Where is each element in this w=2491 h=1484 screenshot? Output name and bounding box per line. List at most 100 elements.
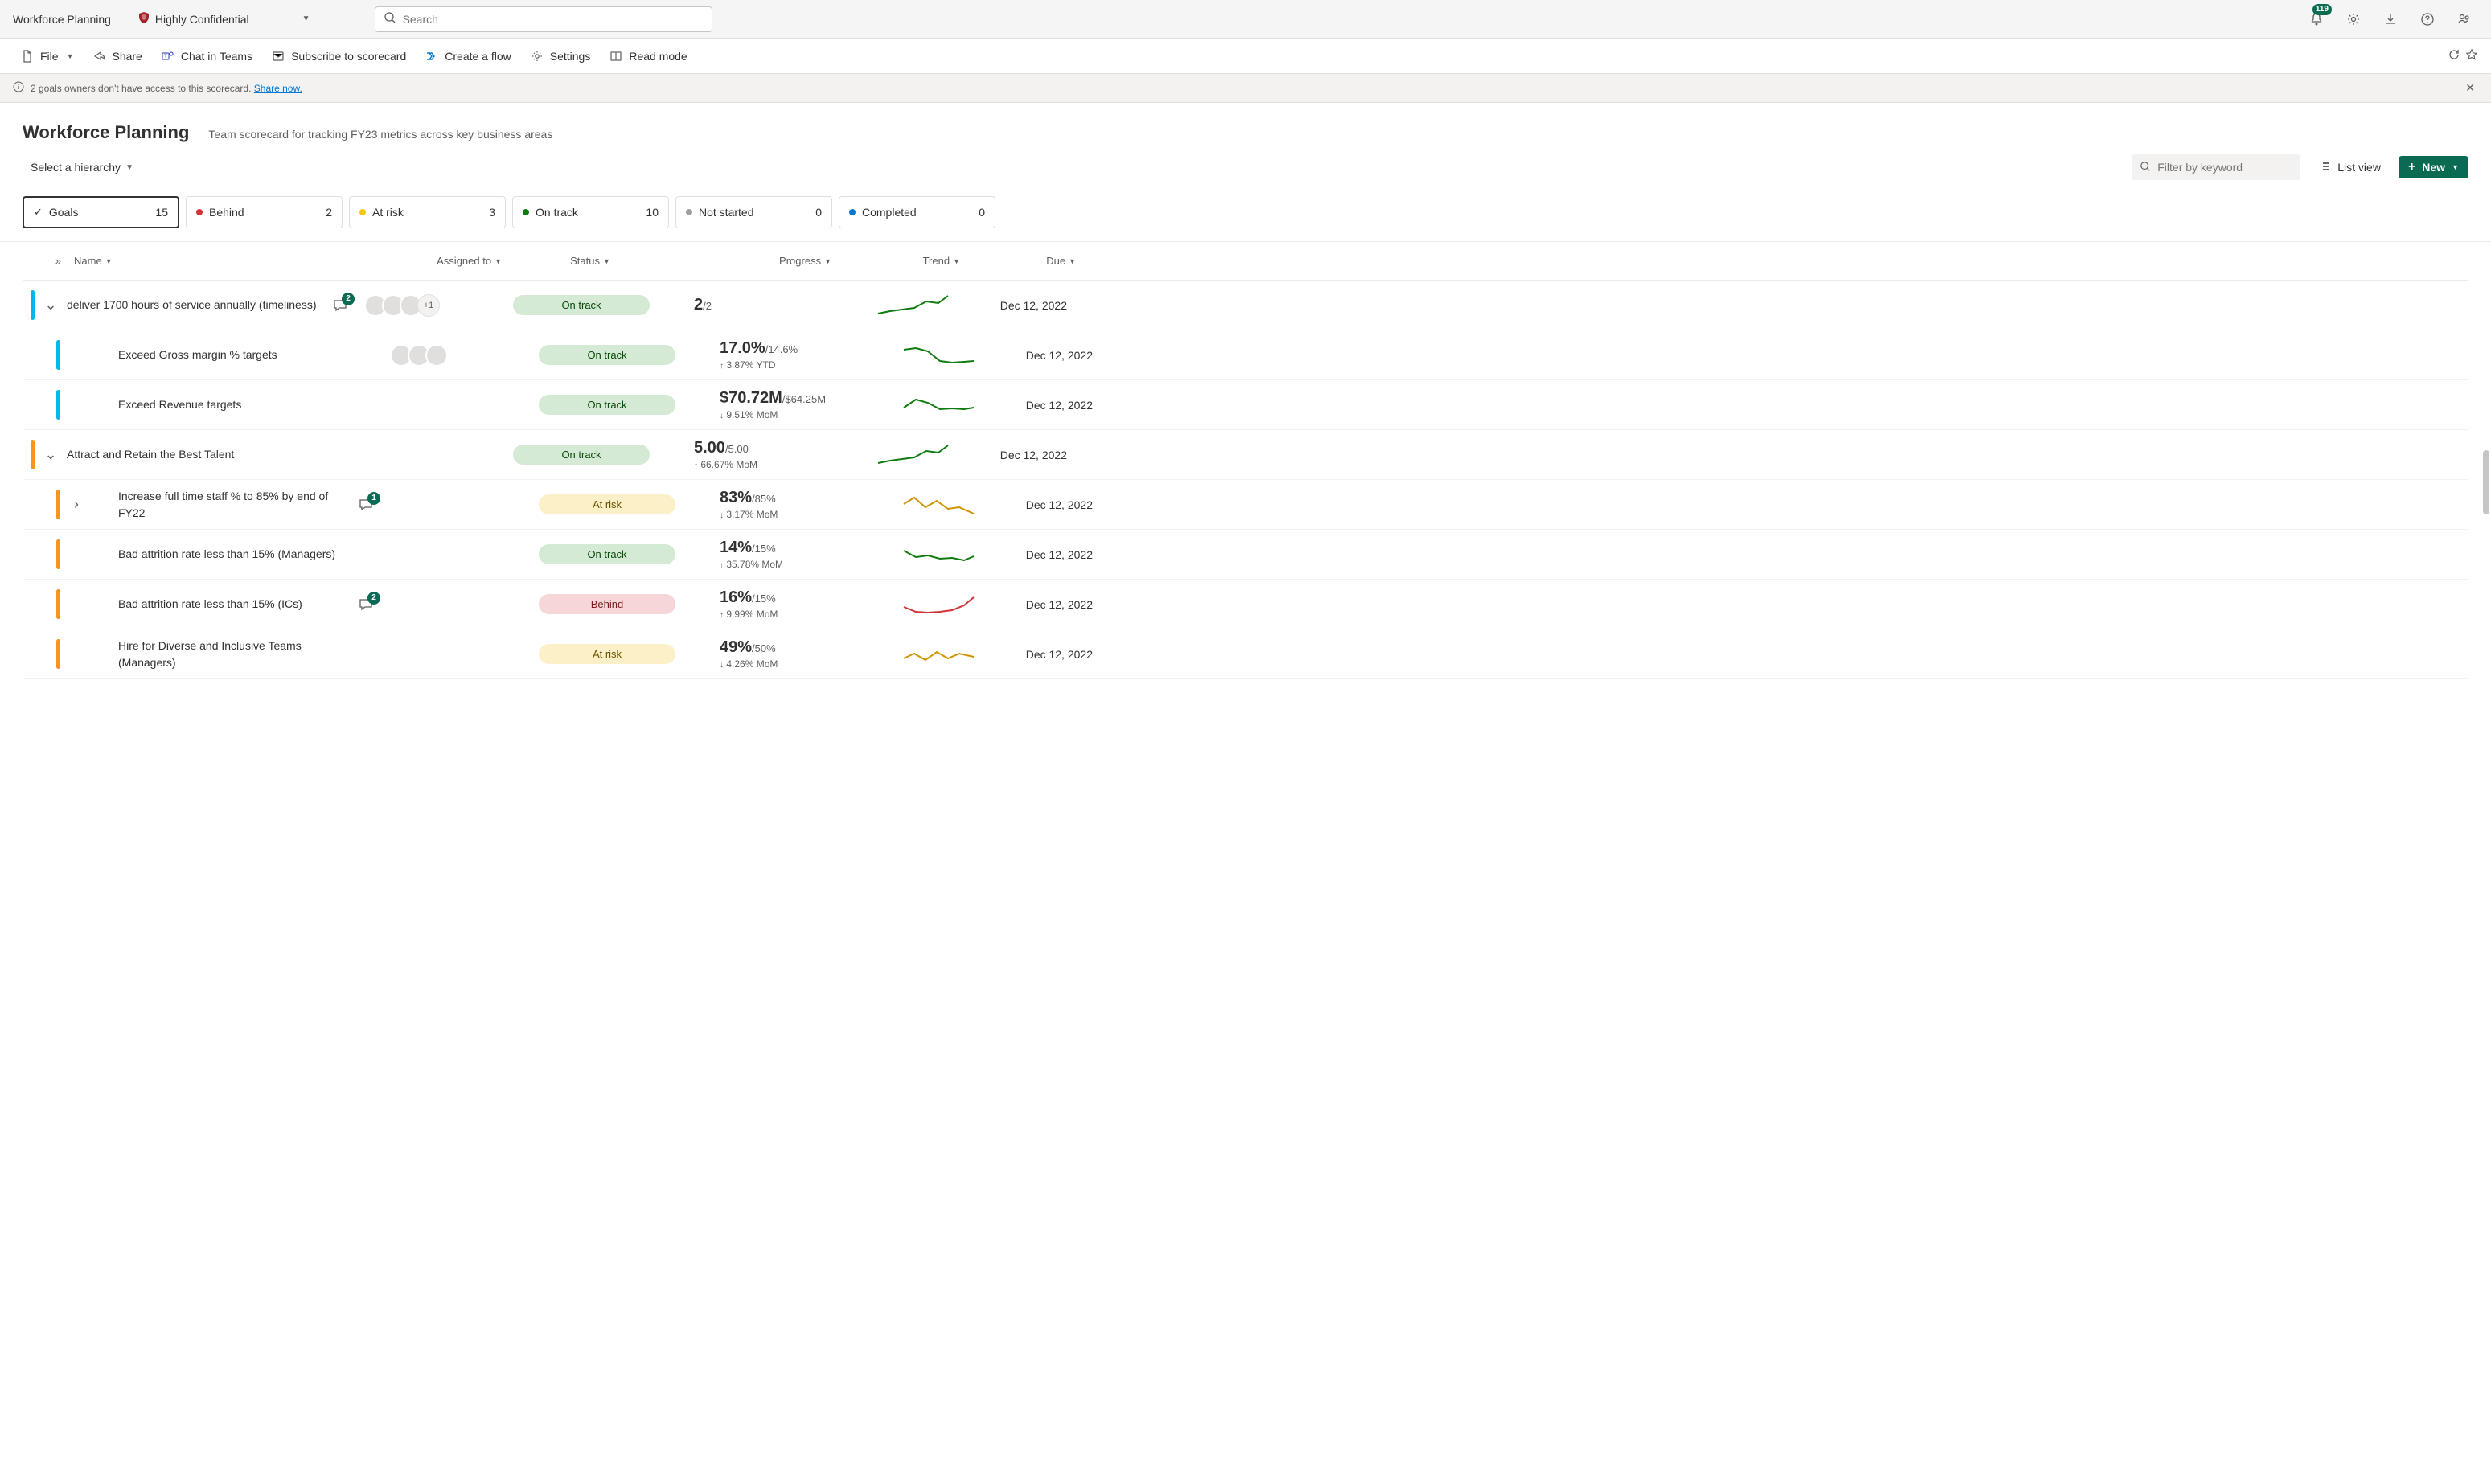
share-button[interactable]: Share	[84, 45, 150, 68]
tile-not-started[interactable]: Not started0	[675, 196, 832, 228]
status-pill: On track	[513, 445, 650, 465]
gear-icon	[531, 50, 544, 63]
goal-row[interactable]: Hire for Diverse and Inclusive Teams (Ma…	[23, 629, 2468, 679]
goal-name: Hire for Diverse and Inclusive Teams (Ma…	[118, 637, 358, 671]
goal-row[interactable]: Bad attrition rate less than 15% (Manage…	[23, 530, 2468, 580]
close-banner-button[interactable]: ✕	[2462, 78, 2478, 98]
read-mode-button[interactable]: Read mode	[601, 45, 695, 68]
col-name-header[interactable]: Name▼	[74, 255, 357, 267]
grid-header: » Name▼ Assigned to▼ Status▼ Progress▼ T…	[23, 242, 2468, 281]
row-stripe	[56, 539, 60, 569]
goal-row[interactable]: Exceed Gross margin % targetsOn track17.…	[23, 330, 2468, 380]
comment-count: 2	[342, 293, 355, 305]
create-flow-button[interactable]: Create a flow	[417, 45, 519, 68]
status-tiles: ✓Goals15 Behind 2 At risk 3 On track10Not sta…	[0, 190, 2491, 242]
trend-cell	[864, 543, 977, 567]
goal-row[interactable]: ⌄deliver 1700 hours of service annually …	[23, 281, 2468, 330]
tile-label: Behind	[209, 206, 244, 219]
tile-on-track[interactable]: On track10	[512, 196, 669, 228]
list-view-button[interactable]: List view	[2310, 155, 2389, 180]
tile-count: 3	[489, 206, 495, 219]
goal-row[interactable]: ⌄Attract and Retain the Best Talent On tr…	[23, 430, 2468, 480]
flow-icon	[425, 50, 438, 63]
due-date: Dec 12, 2022	[977, 648, 1106, 661]
search-input-wrapper[interactable]	[375, 6, 712, 32]
subscribe-button[interactable]: Subscribe to scorecard	[264, 45, 414, 68]
teams-icon: T	[162, 50, 174, 63]
tile-label: At risk	[372, 206, 404, 219]
col-progress-header[interactable]: Progress▼	[679, 255, 831, 267]
goal-row[interactable]: Exceed Revenue targetsOn track$70.72M/$6…	[23, 380, 2468, 430]
download-button[interactable]	[2377, 6, 2404, 33]
svg-text:T: T	[164, 55, 167, 59]
tile-goals[interactable]: ✓Goals15	[23, 196, 179, 228]
page-description: Team scorecard for tracking FY23 metrics…	[208, 128, 552, 141]
progress-cell: 83%/85%↓ 3.17% MoM	[696, 489, 864, 520]
top-bar: Workforce Planning Highly Confidential ▼…	[0, 0, 2491, 39]
sensitivity-dropdown[interactable]: Highly Confidential ▼	[131, 8, 317, 30]
col-due-header[interactable]: Due▼	[960, 255, 1076, 267]
expand-all-icon[interactable]: »	[55, 255, 61, 267]
goal-name: Attract and Retain the Best Talent	[67, 446, 332, 463]
status-dot	[196, 209, 203, 215]
comments-button[interactable]: 2	[358, 596, 374, 613]
expand-toggle[interactable]: ›	[60, 496, 92, 513]
tile-label: Goals	[49, 206, 79, 219]
chat-teams-button[interactable]: T Chat in Teams	[154, 45, 261, 68]
favorite-button[interactable]	[2465, 48, 2478, 64]
avatar-stack[interactable]: +1	[364, 294, 493, 317]
search-input[interactable]	[403, 13, 704, 26]
tile-label: On track	[536, 206, 578, 219]
tile-at-risk[interactable]: At risk 3	[349, 196, 506, 228]
due-date: Dec 12, 2022	[977, 548, 1106, 561]
notifications-button[interactable]: 119	[2303, 6, 2330, 33]
file-menu[interactable]: File ▼	[13, 45, 81, 68]
filter-input-wrapper[interactable]	[2132, 154, 2300, 180]
avatar-stack[interactable]	[390, 344, 519, 367]
shield-icon	[137, 11, 150, 27]
sparkline	[900, 343, 977, 367]
row-stripe	[56, 340, 60, 370]
tile-count: 2	[326, 206, 332, 219]
status-dot	[359, 209, 366, 215]
sparkline	[900, 493, 977, 517]
goal-name: Exceed Gross margin % targets	[118, 346, 358, 363]
goal-name: deliver 1700 hours of service annually (…	[67, 297, 332, 314]
assigned-cell	[390, 344, 519, 367]
search-icon	[2140, 161, 2151, 174]
col-trend-header[interactable]: Trend▼	[847, 255, 960, 267]
tile-count: 0	[979, 206, 985, 219]
expand-toggle[interactable]: ⌄	[35, 297, 67, 314]
page-title: Workforce Planning	[23, 122, 189, 143]
info-banner: 2 goals owners don't have access to this…	[0, 74, 2491, 103]
search-container	[375, 6, 712, 32]
hierarchy-dropdown[interactable]: Select a hierarchy ▼	[23, 156, 142, 178]
refresh-button[interactable]	[2448, 48, 2460, 64]
progress-cell: 17.0%/14.6%↑ 3.87% YTD	[696, 339, 864, 371]
notification-badge: 119	[2312, 4, 2332, 15]
new-button[interactable]: + New ▼	[2399, 156, 2468, 178]
scrollbar-thumb[interactable]	[2483, 450, 2489, 514]
help-button[interactable]	[2414, 6, 2441, 33]
comments-button[interactable]: 2	[332, 297, 348, 314]
filter-input[interactable]	[2157, 161, 2303, 174]
search-icon	[384, 11, 396, 27]
progress-cell: 14%/15%↑ 35.78% MoM	[696, 539, 864, 570]
status-pill: At risk	[539, 644, 675, 664]
file-icon	[21, 50, 34, 63]
tile-completed[interactable]: Completed0	[839, 196, 995, 228]
people-button[interactable]	[2451, 6, 2478, 33]
comment-count: 2	[367, 592, 380, 605]
settings-button[interactable]	[2340, 6, 2367, 33]
expand-toggle[interactable]: ⌄	[35, 446, 67, 463]
sparkline	[900, 592, 977, 617]
chevron-down-icon: ▼	[125, 163, 133, 172]
comments-button[interactable]: 1	[358, 497, 374, 513]
col-assigned-header[interactable]: Assigned to▼	[357, 255, 502, 267]
tile-behind[interactable]: Behind 2	[186, 196, 343, 228]
goal-row[interactable]: Bad attrition rate less than 15% (ICs)2B…	[23, 580, 2468, 629]
goal-row[interactable]: ›Increase full time staff % to 85% by en…	[23, 480, 2468, 530]
banner-link[interactable]: Share now.	[254, 83, 302, 94]
settings-menu-button[interactable]: Settings	[523, 45, 599, 68]
col-status-header[interactable]: Status▼	[502, 255, 679, 267]
